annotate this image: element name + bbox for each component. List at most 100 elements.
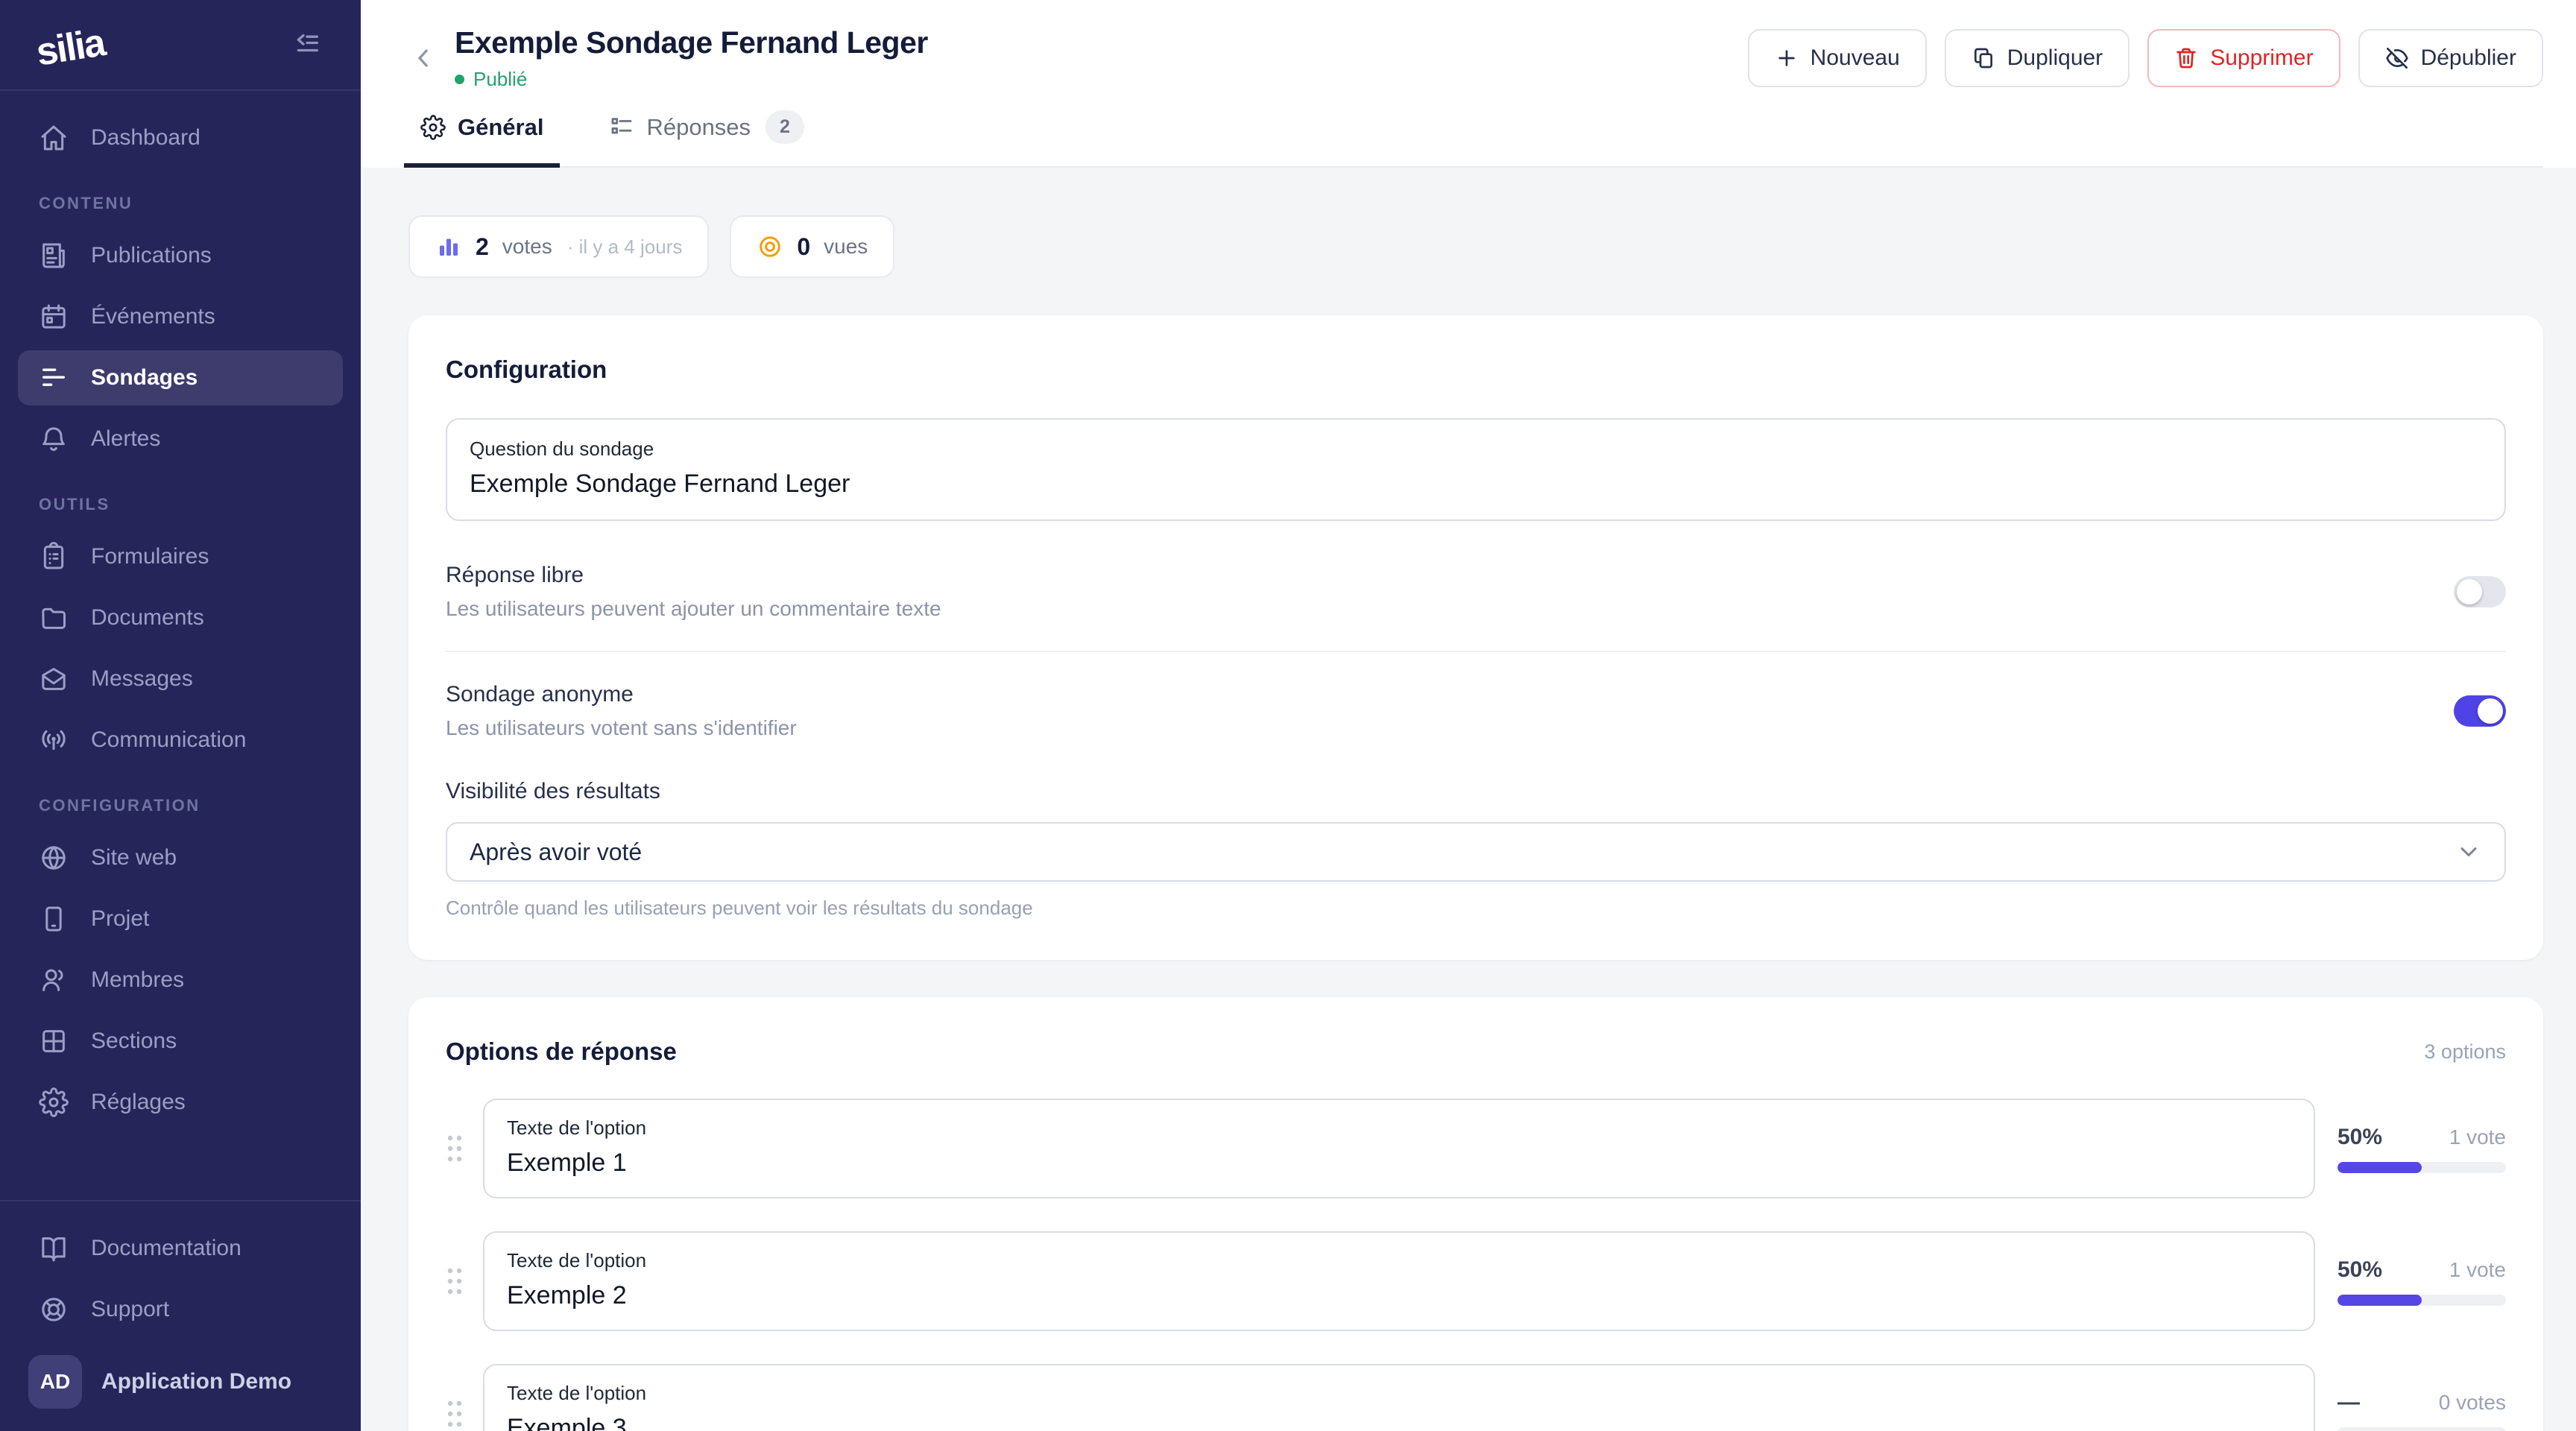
- drag-handle-icon[interactable]: [446, 1266, 464, 1296]
- sidebar-item-evenements[interactable]: Événements: [18, 289, 343, 344]
- collapse-sidebar-icon[interactable]: [292, 30, 322, 60]
- home-icon: [39, 123, 69, 153]
- option-text-field[interactable]: Texte de l'option Exemple 3: [483, 1364, 2315, 1431]
- drag-handle-icon[interactable]: [446, 1134, 464, 1163]
- sidebar-nav: Dashboard CONTENU Publications Événement…: [0, 91, 361, 1200]
- option-row-2: Texte de l'option Exemple 2 50% 1 vote: [446, 1231, 2506, 1331]
- question-field[interactable]: Question du sondage Exemple Sondage Fern…: [446, 418, 2506, 521]
- option-text-field[interactable]: Texte de l'option Exemple 1: [483, 1099, 2315, 1198]
- user-name: Application Demo: [101, 1369, 291, 1394]
- sidebar-item-site-web[interactable]: Site web: [18, 830, 343, 885]
- sidebar-item-support[interactable]: Support: [18, 1282, 343, 1337]
- newspaper-icon: [39, 241, 69, 271]
- views-count: 0: [797, 233, 810, 261]
- sidebar-item-documentation[interactable]: Documentation: [18, 1221, 343, 1276]
- sidebar-item-label: Alertes: [91, 426, 160, 452]
- tab-reponses-badge: 2: [765, 110, 804, 144]
- sidebar-item-publications[interactable]: Publications: [18, 228, 343, 283]
- question-field-label: Question du sondage: [470, 437, 2482, 461]
- sidebar-item-label: Réglages: [91, 1090, 186, 1115]
- bar-chart-icon: [435, 233, 462, 260]
- page-title: Exemple Sondage Fernand Leger: [455, 25, 928, 60]
- copy-icon: [1972, 46, 1995, 70]
- option-text-field[interactable]: Texte de l'option Exemple 2: [483, 1231, 2315, 1331]
- tab-reponses[interactable]: Réponses 2: [593, 110, 821, 168]
- sidebar-item-alertes[interactable]: Alertes: [18, 411, 343, 467]
- sidebar-item-label: Membres: [91, 967, 184, 993]
- sidebar-item-messages[interactable]: Messages: [18, 651, 343, 707]
- anonymous-toggle[interactable]: [2454, 695, 2506, 727]
- user-profile[interactable]: AD Application Demo: [18, 1345, 343, 1409]
- progress-bar: [2337, 1162, 2506, 1173]
- option-field-value: Exemple 1: [507, 1149, 2291, 1178]
- status-badge: Publié: [455, 68, 928, 91]
- option-field-label: Texte de l'option: [507, 1116, 2291, 1140]
- sidebar-item-label: Événements: [91, 304, 215, 329]
- option-field-label: Texte de l'option: [507, 1249, 2291, 1272]
- progress-fill: [2337, 1162, 2422, 1173]
- chevron-left-icon: [408, 43, 438, 73]
- visibility-select[interactable]: Après avoir voté: [446, 822, 2506, 882]
- sidebar-item-label: Dashboard: [91, 125, 201, 151]
- globe-icon: [39, 843, 69, 873]
- sidebar-item-formulaires[interactable]: Formulaires: [18, 529, 343, 584]
- back-button[interactable]: [402, 37, 444, 79]
- device-icon: [39, 904, 69, 934]
- tab-general[interactable]: Général: [404, 110, 560, 168]
- divider: [446, 651, 2506, 652]
- trash-icon: [2174, 46, 2198, 70]
- sidebar-item-documents[interactable]: Documents: [18, 590, 343, 645]
- duplicate-button[interactable]: Dupliquer: [1945, 29, 2130, 87]
- option-row-1: Texte de l'option Exemple 1 50% 1 vote: [446, 1099, 2506, 1198]
- option-stats: 50% 1 vote: [2337, 1257, 2506, 1306]
- avatar: AD: [28, 1355, 82, 1409]
- options-card: Options de réponse 3 options Texte de l'…: [408, 997, 2543, 1431]
- question-field-value: Exemple Sondage Fernand Leger: [470, 470, 2482, 499]
- new-button[interactable]: Nouveau: [1748, 29, 1927, 87]
- option-row-3: Texte de l'option Exemple 3 — 0 votes: [446, 1364, 2506, 1431]
- sidebar-section-contenu: CONTENU: [39, 194, 322, 213]
- unpublish-button[interactable]: Dépublier: [2358, 29, 2543, 87]
- progress-bar: [2337, 1295, 2506, 1306]
- target-icon: [757, 233, 783, 260]
- option-stats: — 0 votes: [2337, 1390, 2506, 1431]
- free-response-toggle[interactable]: [2454, 576, 2506, 607]
- sidebar-item-reglages[interactable]: Réglages: [18, 1075, 343, 1130]
- delete-button[interactable]: Supprimer: [2147, 29, 2340, 87]
- sidebar-item-communication[interactable]: Communication: [18, 713, 343, 768]
- toggle-knob: [2457, 579, 2482, 604]
- new-button-label: Nouveau: [1811, 45, 1900, 71]
- option-percent: —: [2337, 1390, 2360, 1415]
- calendar-icon: [39, 302, 69, 332]
- votes-count: 2: [476, 233, 489, 261]
- header-actions: Nouveau Dupliquer Supprimer Dépublier: [1748, 29, 2543, 87]
- drag-handle-icon[interactable]: [446, 1399, 464, 1429]
- sidebar-item-projet[interactable]: Projet: [18, 891, 343, 947]
- poll-icon: [39, 363, 69, 393]
- book-icon: [39, 1233, 69, 1263]
- sidebar-item-sondages[interactable]: Sondages: [18, 350, 343, 405]
- sidebar-item-label: Messages: [91, 666, 193, 692]
- sidebar-item-membres[interactable]: Membres: [18, 953, 343, 1008]
- visibility-select-value: Après avoir voté: [470, 838, 642, 866]
- option-field-value: Exemple 2: [507, 1281, 2291, 1310]
- free-response-row: Réponse libre Les utilisateurs peuvent a…: [446, 563, 2506, 621]
- eye-off-icon: [2385, 46, 2409, 70]
- visibility-label: Visibilité des résultats: [446, 779, 2506, 804]
- sidebar-item-label: Formulaires: [91, 544, 209, 569]
- sidebar-item-label: Sondages: [91, 365, 198, 391]
- gear-icon: [39, 1087, 69, 1117]
- option-field-label: Texte de l'option: [507, 1382, 2291, 1405]
- sidebar: silia Dashboard CONTENU Publications Évé…: [0, 0, 361, 1431]
- free-response-description: Les utilisateurs peuvent ajouter un comm…: [446, 597, 941, 621]
- clipboard-icon: [39, 542, 69, 572]
- option-votes: 1 vote: [2449, 1258, 2506, 1282]
- tab-bar: Général Réponses 2: [402, 110, 2543, 168]
- status-dot-icon: [455, 75, 464, 84]
- folder-icon: [39, 603, 69, 633]
- sidebar-item-sections[interactable]: Sections: [18, 1014, 343, 1069]
- sidebar-item-dashboard[interactable]: Dashboard: [18, 110, 343, 165]
- tab-reponses-label: Réponses: [646, 114, 751, 141]
- sidebar-item-label: Sections: [91, 1029, 177, 1054]
- free-response-label: Réponse libre: [446, 563, 941, 588]
